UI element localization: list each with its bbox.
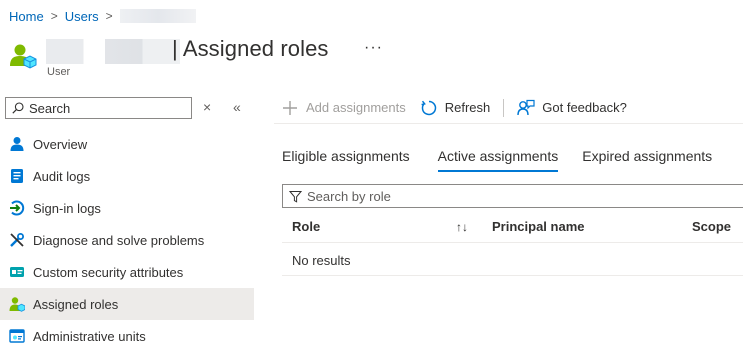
sidebar-item-custom-security-attributes[interactable]: Custom security attributes xyxy=(0,256,254,288)
refresh-button[interactable]: Refresh xyxy=(420,93,491,123)
sidebar-item-label: Custom security attributes xyxy=(33,264,184,280)
sidebar: × « Overview Audit logs Sign-in logs Dia… xyxy=(0,92,254,362)
sidebar-search-input[interactable] xyxy=(29,100,179,116)
feedback-label: Got feedback? xyxy=(542,100,627,115)
breadcrumb-users-link[interactable]: Users xyxy=(65,9,99,24)
role-filter[interactable] xyxy=(282,184,743,208)
page-subtitle: User xyxy=(47,66,71,78)
collapse-sidebar-button[interactable]: « xyxy=(233,100,241,114)
sidebar-item-label: Sign-in logs xyxy=(33,200,101,216)
sidebar-item-label: Audit logs xyxy=(33,168,91,184)
tab-active-assignments[interactable]: Active assignments xyxy=(437,140,558,172)
sort-icon[interactable]: ↑↓ xyxy=(456,220,468,234)
column-header-principal-name[interactable]: Principal name xyxy=(492,219,584,234)
sidebar-item-label: Diagnose and solve problems xyxy=(33,232,205,248)
feedback-button[interactable]: Got feedback? xyxy=(517,93,627,123)
chevron-right-icon: > xyxy=(50,9,58,23)
clear-search-button[interactable]: × xyxy=(203,100,211,114)
sidebar-item-diagnose[interactable]: Diagnose and solve problems xyxy=(0,224,254,256)
chevron-right-icon: > xyxy=(105,9,113,23)
command-bar: Add assignments Refresh Got feedback? xyxy=(274,92,743,124)
plus-icon xyxy=(281,99,299,117)
sidebar-item-audit-logs[interactable]: Audit logs xyxy=(0,160,254,192)
user-role-icon xyxy=(9,296,25,312)
feedback-person-icon xyxy=(517,99,535,117)
add-assignments-button[interactable]: Add assignments xyxy=(281,93,406,123)
attributes-icon xyxy=(9,264,25,280)
add-assignments-label: Add assignments xyxy=(306,100,406,115)
user-icon xyxy=(9,42,37,70)
breadcrumb-home-link[interactable]: Home xyxy=(9,9,44,24)
column-header-role[interactable]: Role xyxy=(292,219,320,234)
person-icon xyxy=(9,136,25,152)
assignments-grid: Role ↑↓ Principal name Scope No results xyxy=(282,210,743,276)
sidebar-item-assigned-roles[interactable]: Assigned roles xyxy=(0,288,254,320)
audit-log-icon xyxy=(9,168,25,184)
refresh-label: Refresh xyxy=(444,100,491,115)
breadcrumb: Home > Users > xyxy=(9,7,196,25)
more-options-button[interactable]: ··· xyxy=(364,39,383,57)
sidebar-search[interactable] xyxy=(5,97,192,119)
wrench-icon xyxy=(9,232,25,248)
admin-units-icon xyxy=(9,328,25,344)
refresh-icon xyxy=(420,99,438,117)
user-name-redacted xyxy=(46,39,180,64)
assignment-tabs: Eligible assignments Active assignments … xyxy=(282,140,712,172)
search-icon xyxy=(12,102,24,114)
breadcrumb-redacted-user[interactable] xyxy=(119,9,196,23)
sidebar-item-label: Assigned roles xyxy=(33,296,119,312)
sidebar-nav: Overview Audit logs Sign-in logs Diagnos… xyxy=(0,128,254,352)
tab-expired-assignments[interactable]: Expired assignments xyxy=(582,140,712,172)
search-by-role-input[interactable] xyxy=(307,188,707,204)
sidebar-item-overview[interactable]: Overview xyxy=(0,128,254,160)
column-header-scope[interactable]: Scope xyxy=(692,219,731,234)
page-header: | Assigned roles ··· User xyxy=(9,36,449,82)
empty-row: No results xyxy=(282,243,743,276)
toolbar-divider xyxy=(503,98,505,117)
sign-in-icon xyxy=(9,200,25,216)
tab-eligible-assignments[interactable]: Eligible assignments xyxy=(282,140,410,172)
sidebar-item-label: Overview xyxy=(33,136,88,152)
page-title: | Assigned roles xyxy=(172,36,329,61)
sidebar-item-sign-in-logs[interactable]: Sign-in logs xyxy=(0,192,254,224)
grid-header: Role ↑↓ Principal name Scope xyxy=(282,210,743,243)
filter-icon xyxy=(289,190,302,203)
no-results-text: No results xyxy=(292,253,351,268)
sidebar-item-label: Administrative units xyxy=(33,328,146,344)
sidebar-item-administrative-units[interactable]: Administrative units xyxy=(0,320,254,352)
